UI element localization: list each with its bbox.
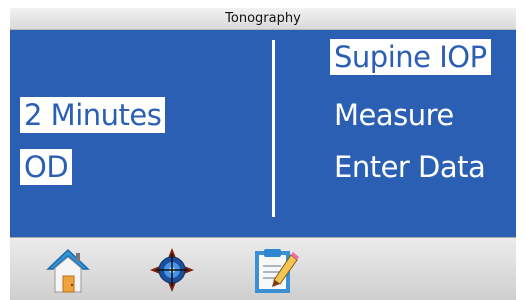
enter-data-button[interactable]	[250, 245, 300, 295]
target-icon	[150, 248, 194, 292]
tonography-screen: Tonography 2 Minutes OD Supine IOP Measu…	[0, 0, 526, 300]
enter-data-option[interactable]: Enter Data	[330, 149, 489, 185]
target-button[interactable]	[147, 245, 197, 295]
column-divider	[272, 40, 275, 217]
clipboard-pencil-icon	[255, 249, 299, 293]
home-icon	[46, 248, 90, 293]
home-button[interactable]	[43, 245, 93, 295]
bottom-toolbar	[10, 237, 516, 300]
duration-option[interactable]: 2 Minutes	[20, 97, 166, 133]
main-panel: 2 Minutes OD Supine IOP Measure Enter Da…	[10, 30, 516, 237]
supine-iop-option[interactable]: Supine IOP	[330, 39, 491, 75]
title-bar: Tonography	[10, 8, 516, 30]
window-title: Tonography	[225, 11, 301, 26]
measure-option[interactable]: Measure	[330, 97, 458, 133]
eye-option[interactable]: OD	[20, 149, 73, 185]
